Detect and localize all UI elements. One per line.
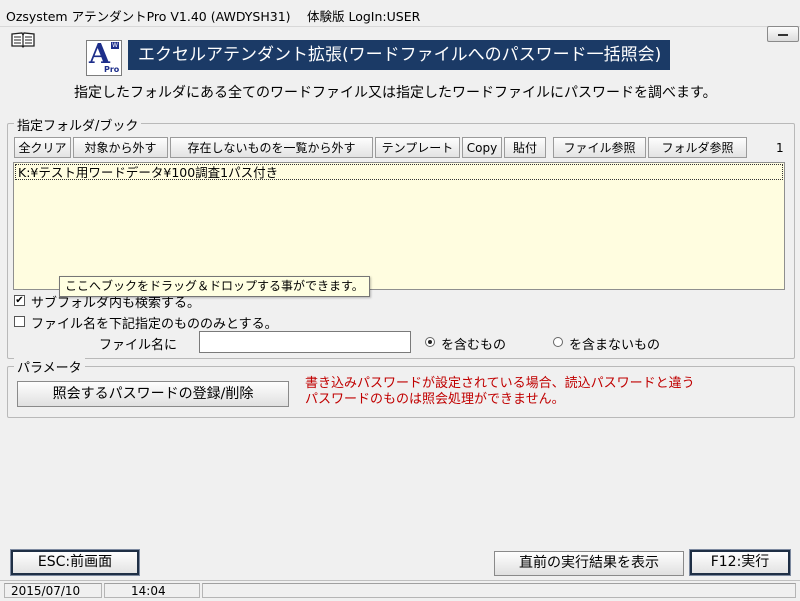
file-browse-button[interactable]: ファイル参照 (553, 137, 646, 158)
clear-all-button[interactable]: 全クリア (14, 137, 71, 158)
status-time: 14:04 (104, 583, 200, 598)
status-date: 2015/07/10 (4, 583, 102, 598)
warning-line-1: 書き込みパスワードが設定されている場合、読込パスワードと違う (305, 376, 695, 391)
list-item[interactable]: K:¥テスト用ワードデータ¥100調査1パス付き (15, 164, 783, 180)
folder-browse-button[interactable]: フォルダ参照 (648, 137, 747, 158)
title-bar: Ozsystem アテンダントPro V1.40 (AWDYSH31) 体験版 … (0, 0, 800, 27)
logo-sup: W (111, 42, 119, 49)
include-radio[interactable] (425, 337, 435, 347)
run-button[interactable]: F12:実行 (689, 549, 791, 576)
page-title-banner: エクセルアテンダント拡張(ワードファイルへのパスワード一括照会) (128, 40, 670, 70)
copy-button[interactable]: Copy (462, 137, 502, 158)
status-message (202, 583, 796, 598)
remove-target-button[interactable]: 対象から外す (73, 137, 168, 158)
app-logo: A W Pro (86, 39, 122, 76)
filename-filter-checkbox-label: ファイル名を下記指定のもののみとする。 (31, 317, 278, 332)
register-password-button[interactable]: 照会するパスワードの登録/削除 (17, 381, 289, 407)
show-last-result-button[interactable]: 直前の実行結果を表示 (494, 551, 684, 576)
params-group-legend: パラメータ (14, 357, 85, 376)
folder-group-legend: 指定フォルダ/ブック (14, 115, 142, 134)
subfolder-checkbox[interactable]: ✔ (14, 295, 25, 306)
esc-back-button[interactable]: ESC:前画面 (10, 549, 140, 576)
item-count: 1 (776, 141, 784, 155)
remove-missing-button[interactable]: 存在しないものを一覧から外す (170, 137, 373, 158)
filename-filter-checkbox[interactable] (14, 316, 25, 327)
drag-drop-tooltip: ここへブックをドラッグ＆ドロップする事ができます。 (59, 276, 370, 297)
exclude-radio-label: を含まないもの (569, 338, 661, 353)
page-description: 指定したフォルダにある全てのワードファイル又は指定したワードファイルにパスワード… (74, 85, 717, 101)
window-title: Ozsystem アテンダントPro V1.40 (AWDYSH31) 体験版 … (6, 9, 421, 24)
book-icon[interactable] (10, 32, 36, 48)
paste-button[interactable]: 貼付 (504, 137, 546, 158)
filename-input[interactable] (199, 331, 411, 353)
warning-text: 書き込みパスワードが設定されている場合、読込パスワードと違う パスワードのものは… (305, 376, 695, 408)
status-bar: 2015/07/10 14:04 (0, 580, 800, 601)
file-list[interactable]: K:¥テスト用ワードデータ¥100調査1パス付き (13, 162, 785, 290)
include-radio-label: を含むもの (441, 338, 507, 353)
logo-sub: Pro (104, 65, 120, 74)
filename-label: ファイル名に (99, 338, 178, 353)
minimize-button[interactable] (767, 26, 799, 42)
warning-line-2: パスワードのものは照会処理ができません。 (305, 392, 565, 407)
exclude-radio[interactable] (553, 337, 563, 347)
template-button[interactable]: テンプレート (375, 137, 460, 158)
